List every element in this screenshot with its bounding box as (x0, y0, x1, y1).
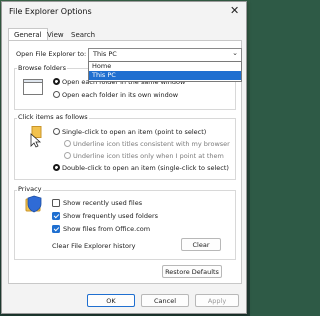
radio-same-window[interactable] (53, 78, 60, 85)
checkbox-office-files[interactable] (52, 225, 60, 233)
open-to-dropdown: Home This PC (88, 61, 242, 82)
open-to-label: Open File Explorer to: (16, 50, 87, 58)
clear-button[interactable]: Clear (181, 238, 221, 251)
radio-double-click[interactable] (53, 164, 60, 171)
underline-point-label: Underline icon titles only when I point … (73, 152, 224, 160)
underline-browser-label: Underline icon titles consistent with my… (73, 140, 230, 148)
checkbox-recent-files[interactable] (52, 199, 60, 207)
option-home[interactable]: Home (89, 62, 241, 71)
radio-single-click[interactable] (53, 128, 60, 135)
double-click-label: Double-click to open an item (single-cli… (62, 164, 229, 172)
own-window-label: Open each folder in its own window (62, 91, 179, 99)
cancel-button[interactable]: Cancel (141, 294, 189, 307)
privacy-shield-icon (24, 195, 44, 217)
title-bar: File Explorer Options ✕ (2, 2, 246, 24)
apply-button: Apply (195, 294, 239, 307)
single-click-label: Single-click to open an item (point to s… (62, 128, 207, 136)
clear-history-label: Clear File Explorer history (52, 242, 136, 250)
pointer-click-icon (29, 126, 45, 152)
radio-own-window[interactable] (53, 91, 60, 98)
open-to-select[interactable]: This PC ⌄ (88, 48, 242, 62)
close-icon[interactable]: ✕ (230, 5, 239, 17)
tab-search[interactable]: Search (71, 31, 95, 39)
restore-defaults-button[interactable]: Restore Defaults (162, 265, 222, 278)
window-title: File Explorer Options (9, 7, 92, 16)
open-to-value: This PC (93, 50, 117, 58)
office-files-label: Show files from Office.com (63, 225, 151, 233)
frequent-folders-label: Show frequently used folders (63, 212, 159, 220)
recent-files-label: Show recently used files (63, 199, 143, 207)
ok-button[interactable]: OK (87, 294, 135, 307)
radio-underline-browser (64, 140, 71, 147)
privacy-title: Privacy (17, 185, 43, 193)
option-this-pc[interactable]: This PC (89, 71, 241, 80)
click-items-title: Click items as follows (17, 113, 89, 121)
radio-underline-point (64, 152, 71, 159)
file-explorer-options-dialog: File Explorer Options ✕ General View Sea… (1, 1, 247, 314)
chevron-down-icon: ⌄ (232, 49, 238, 57)
window-preview-icon (23, 79, 43, 99)
checkbox-frequent-folders[interactable] (52, 212, 60, 220)
browse-folders-title: Browse folders (17, 64, 67, 72)
tab-view[interactable]: View (47, 31, 64, 39)
